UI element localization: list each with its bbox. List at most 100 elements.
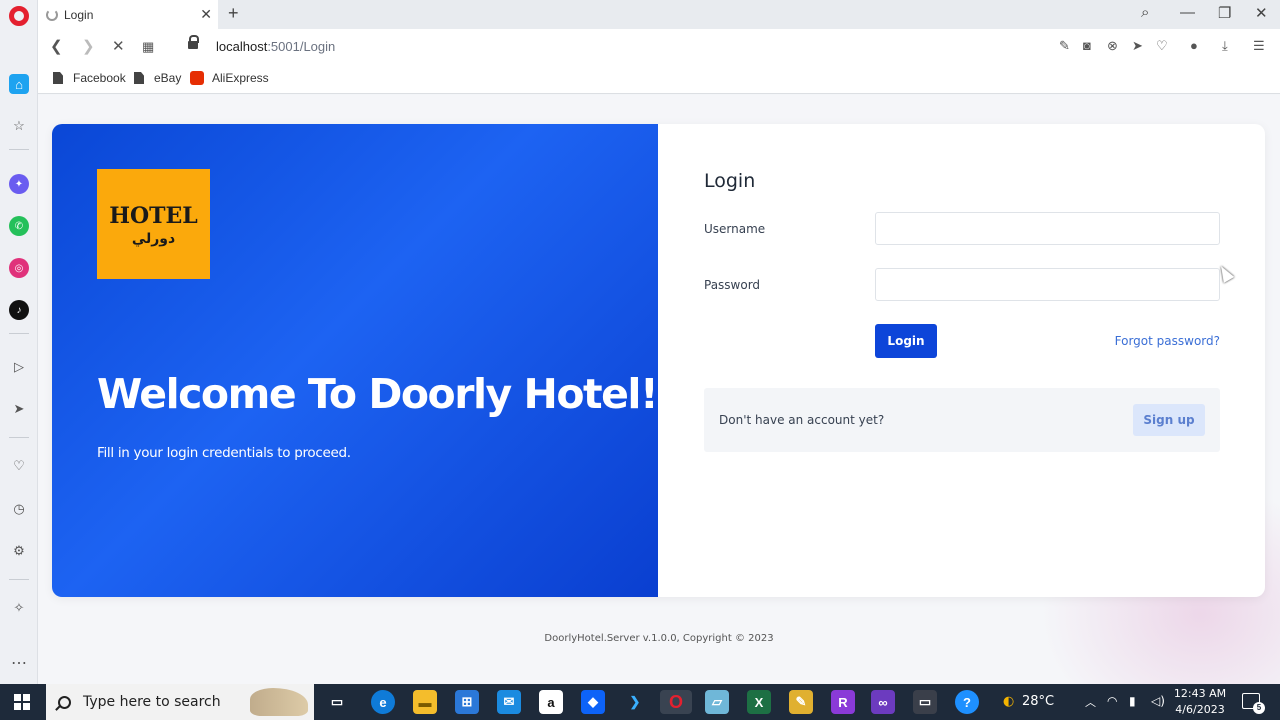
hotel-logo: HOTEL دورلي (97, 169, 210, 279)
task-view-icon[interactable]: ▭ (325, 690, 349, 714)
windows-start-icon[interactable] (14, 694, 30, 710)
clock-time: 12:43 AM (1173, 687, 1227, 700)
taskbar-search[interactable]: Type here to search (46, 684, 314, 720)
search-tabs-icon[interactable]: ⌕ (1141, 4, 1149, 21)
lock-icon[interactable] (188, 35, 199, 51)
opera-taskbar-icon[interactable]: O (660, 690, 692, 714)
new-tab-icon[interactable]: + (228, 3, 239, 24)
visual-studio-icon[interactable]: ∞ (871, 690, 895, 714)
player-icon[interactable]: ▷ (9, 357, 29, 377)
network-icon[interactable]: ◠ (1107, 694, 1117, 708)
url-path: :5001/Login (267, 39, 336, 54)
tab-bar: Login ✕ + ⌕ — ❐ ✕ (38, 0, 1280, 29)
restore-icon[interactable]: ❐ (1218, 4, 1231, 22)
opera-logo-icon[interactable] (9, 6, 29, 26)
login-button[interactable]: Login (875, 324, 937, 358)
help-icon[interactable]: ? (955, 690, 979, 714)
notification-icon[interactable]: 5 (1242, 693, 1265, 714)
speed-dial-icon[interactable]: ☆ (9, 116, 29, 136)
opera-sidebar: ⌂ ☆ ✦ ✆ ◎ ♪ ▷ ➤ ♡ ◷ ⚙ ✧ ⋯ (0, 0, 38, 684)
settings-icon[interactable]: ⚙ (9, 541, 29, 561)
bookmark-heart-icon[interactable]: ♡ (1156, 38, 1168, 54)
tiktok-icon[interactable]: ♪ (9, 300, 29, 320)
login-card: HOTEL دورلي Welcome To Doorly Hotel! Fil… (52, 124, 1265, 597)
stop-loading-icon[interactable]: ✕ (112, 37, 125, 55)
minimize-icon[interactable]: — (1180, 4, 1195, 21)
aliexpress-icon (190, 71, 204, 85)
bookmark-label: eBay (154, 71, 182, 85)
tab-login[interactable]: Login ✕ (38, 0, 218, 29)
home-icon[interactable]: ⌂ (9, 74, 29, 94)
whatsapp-icon[interactable]: ✆ (9, 216, 29, 236)
url-field[interactable]: localhost:5001/Login (216, 39, 335, 54)
easy-setup-icon[interactable]: ☰ (1253, 38, 1265, 54)
send-icon[interactable]: ➤ (9, 399, 29, 419)
notepad-icon[interactable]: ▱ (705, 690, 729, 714)
more-icon[interactable]: ⋯ (9, 653, 29, 673)
taskbar: Type here to search ▭ e ▬ ⊞ ✉ a ◆ ❯ O ▱ … (0, 684, 1280, 720)
welcome-subtitle: Fill in your login credentials to procee… (97, 445, 351, 461)
forgot-password-link[interactable]: Forgot password? (1115, 334, 1220, 348)
sticky-notes-icon[interactable]: ✎ (789, 690, 813, 714)
password-input[interactable] (875, 268, 1220, 301)
close-tab-icon[interactable]: ✕ (200, 6, 212, 23)
lightbulb-icon[interactable]: ✧ (9, 598, 29, 618)
search-highlight-image (250, 688, 308, 716)
search-icon (58, 695, 71, 709)
logo-arabic-text: دورلي (131, 231, 176, 247)
back-icon[interactable]: ❮ (50, 37, 63, 55)
send-page-icon[interactable]: ➤ (1132, 38, 1143, 54)
file-explorer-icon[interactable]: ▬ (413, 690, 437, 714)
tabs-grid-icon[interactable]: ▦ (142, 39, 154, 55)
camera-icon[interactable]: ◙ (1083, 38, 1091, 53)
weather-icon[interactable]: ◐ (1003, 694, 1014, 709)
signup-prompt: Don't have an account yet? (719, 413, 885, 427)
sidebar-divider (9, 333, 29, 334)
sidebar-divider (9, 437, 29, 438)
profile-icon[interactable]: ● (1190, 38, 1198, 53)
clock-date: 4/6/2023 (1175, 703, 1225, 716)
edge-icon[interactable]: e (371, 690, 395, 714)
bookmark-ebay[interactable]: eBay (134, 71, 181, 85)
signup-button[interactable]: Sign up (1133, 404, 1205, 436)
heart-icon[interactable]: ♡ (9, 456, 29, 476)
bookmark-aliexpress[interactable]: AliExpress (190, 71, 269, 85)
tab-title: Login (64, 7, 94, 22)
excel-icon[interactable]: X (747, 690, 771, 714)
vscode-icon[interactable]: ❯ (623, 690, 647, 714)
mail-icon[interactable]: ✉ (497, 690, 521, 714)
rider-icon[interactable]: R (831, 690, 855, 714)
sidebar-divider (9, 579, 29, 580)
forward-icon[interactable]: ❯ (82, 37, 95, 55)
notification-count: 5 (1253, 702, 1265, 714)
dropbox-icon[interactable]: ◆ (581, 690, 605, 714)
messenger-icon[interactable]: ✦ (9, 174, 29, 194)
edit-icon[interactable]: ✎ (1059, 38, 1070, 54)
clock[interactable]: 12:43 AM 4/6/2023 (1168, 686, 1232, 718)
address-bar: ❮ ❯ ✕ ▦ localhost:5001/Login ✎ ◙ ⊗ ➤ ♡ ●… (38, 29, 1280, 64)
close-window-icon[interactable]: ✕ (1255, 4, 1268, 22)
terminal-icon[interactable]: ▭ (913, 690, 937, 714)
login-form: Login Username Password Login Forgot pas… (658, 124, 1265, 597)
password-label: Password (704, 278, 761, 292)
history-icon[interactable]: ◷ (9, 499, 29, 519)
welcome-panel: HOTEL دورلي Welcome To Doorly Hotel! Fil… (52, 124, 659, 597)
download-icon[interactable]: ⤓ (1222, 38, 1228, 54)
sidebar-divider (9, 149, 29, 150)
welcome-title: Welcome To Doorly Hotel! (97, 370, 659, 418)
microphone-icon[interactable]: ▮ (1129, 694, 1136, 708)
page-content: HOTEL دورلي Welcome To Doorly Hotel! Fil… (38, 95, 1280, 684)
bookmark-facebook[interactable]: Facebook (53, 71, 126, 85)
logo-text: HOTEL (109, 203, 198, 229)
bookmark-label: Facebook (73, 71, 126, 85)
page-footer: DoorlyHotel.Server v.1.0.0, Copyright © … (544, 633, 774, 644)
instagram-icon[interactable]: ◎ (9, 258, 29, 278)
amazon-icon[interactable]: a (539, 690, 563, 714)
username-label: Username (704, 222, 766, 236)
temperature[interactable]: 28°C (1022, 694, 1054, 709)
adblock-icon[interactable]: ⊗ (1107, 38, 1118, 54)
store-icon[interactable]: ⊞ (455, 690, 479, 714)
show-hidden-icons-icon[interactable]: ︿ (1085, 694, 1096, 710)
username-input[interactable] (875, 212, 1220, 245)
volume-icon[interactable]: ◁) (1151, 694, 1165, 708)
